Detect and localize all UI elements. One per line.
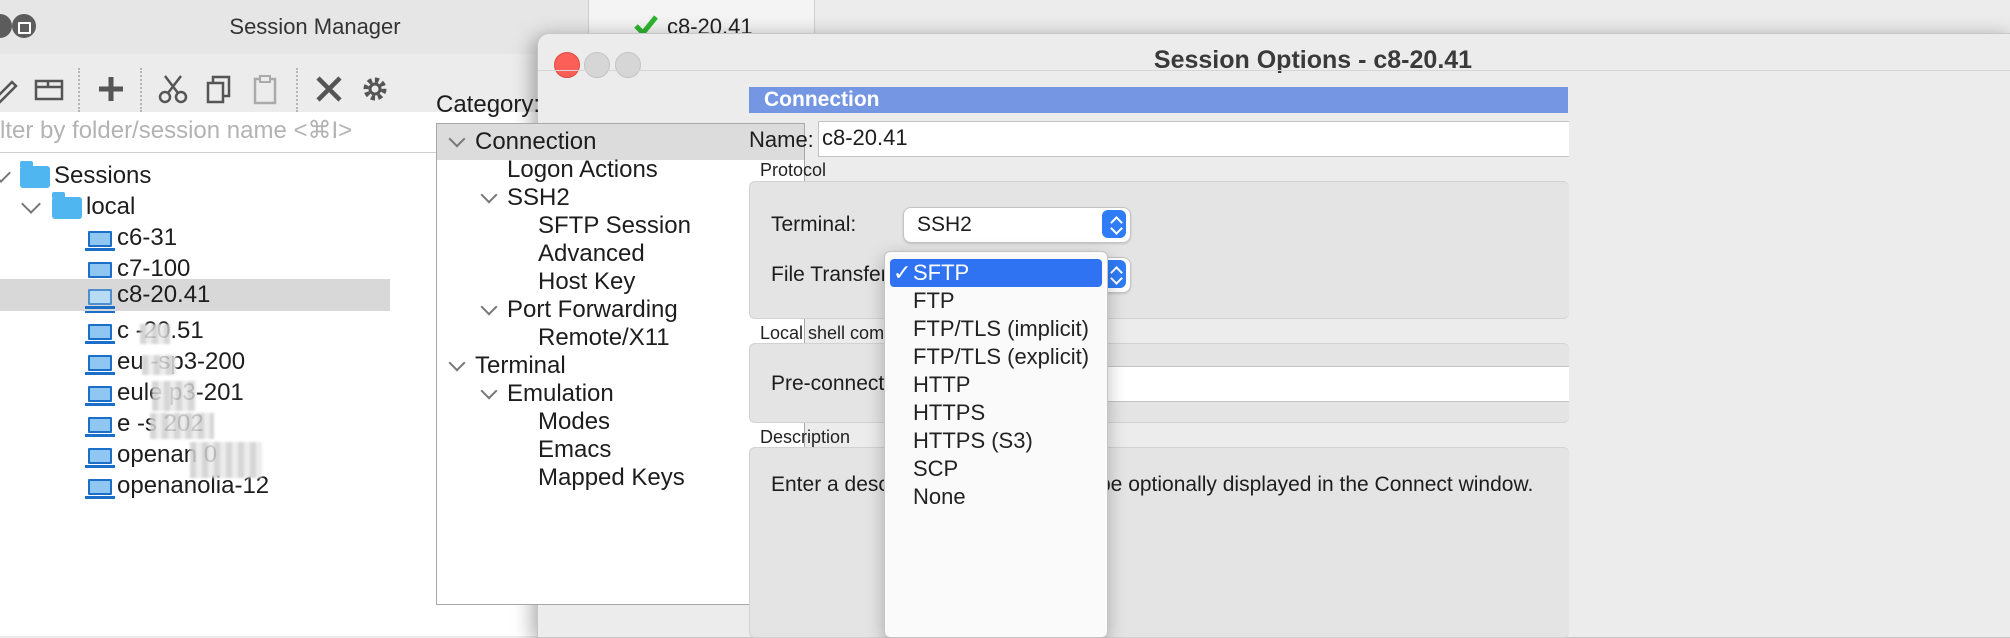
toolbar-separator — [140, 68, 142, 112]
tree-item-label: c6-31 — [117, 224, 178, 251]
menu-option-https[interactable]: HTTPS — [890, 399, 1102, 427]
menu-option-ftp[interactable]: FTP — [890, 287, 1102, 315]
chevron-down-icon[interactable] — [0, 163, 11, 183]
chevron-down-icon[interactable] — [480, 382, 498, 400]
add-session-icon[interactable] — [84, 62, 138, 116]
menu-option-label: HTTPS — [913, 400, 986, 425]
session-monitor-icon — [85, 324, 115, 344]
menu-option-none[interactable]: None — [890, 483, 1102, 511]
description-text-right: be optionally displayed in the Connect w… — [1099, 473, 1534, 496]
session-monitor-icon — [85, 417, 115, 437]
pre-connect-label: Pre-connect — [771, 372, 885, 395]
local-shell-group-label: Local shell com — [760, 323, 885, 343]
pre-connect-command-field[interactable] — [1090, 366, 1569, 402]
category-label-text: Mapped Keys — [538, 464, 685, 491]
session-monitor-icon — [85, 231, 115, 251]
chevron-down-icon[interactable] — [480, 186, 498, 204]
properties-icon[interactable] — [22, 62, 76, 116]
chevron-down-icon[interactable] — [21, 194, 41, 214]
menu-option-ftp-tls-explicit[interactable]: FTP/TLS (explicit) — [890, 343, 1102, 371]
section-header-title: Connection — [764, 88, 880, 111]
session-monitor-icon — [85, 386, 115, 406]
session-monitor-icon — [85, 448, 115, 468]
name-input[interactable] — [819, 122, 1555, 154]
tree-item-label: eu -sp3-200 — [117, 348, 246, 375]
section-header: Connection — [749, 87, 1568, 113]
tree-item-label: c8-20.41 — [117, 281, 211, 308]
session-monitor-icon — [85, 355, 115, 375]
redaction-mosaic — [150, 413, 214, 439]
menu-option-label: FTP/TLS (implicit) — [913, 316, 1089, 341]
menu-option-scp[interactable]: SCP — [890, 455, 1102, 483]
protocol-group — [749, 181, 1569, 319]
menu-option-https-s3[interactable]: HTTPS (S3) — [890, 427, 1102, 455]
terminal-protocol-select[interactable]: SSH2 — [903, 207, 1131, 243]
description-text-left: Enter a desc — [771, 473, 889, 496]
menu-option-label: FTP/TLS (explicit) — [913, 344, 1090, 369]
tree-item-label: local — [86, 193, 136, 220]
dialog-titlebar: Session Options - c8-20.41 — [538, 34, 2010, 89]
menu-option-http[interactable]: HTTP — [890, 371, 1102, 399]
toolbar-separator — [78, 68, 80, 112]
paste-icon[interactable] — [238, 62, 292, 116]
session-monitor-icon — [85, 479, 115, 499]
chevron-down-icon[interactable] — [448, 354, 466, 372]
menu-option-label: FTP — [913, 288, 955, 313]
redaction-mosaic — [142, 355, 176, 375]
terminal-label: Terminal: — [771, 213, 857, 236]
session-manager-title: Session Manager — [229, 14, 401, 39]
chevron-down-icon[interactable] — [480, 298, 498, 316]
session-manager-titlebar: Session Manager — [0, 0, 590, 55]
name-field[interactable] — [818, 121, 1569, 157]
file-transfer-label: File Transfer — [771, 263, 888, 286]
folder-icon — [52, 192, 82, 219]
settings-gear-icon[interactable] — [348, 62, 402, 116]
select-stepper-icon — [1102, 210, 1126, 238]
redaction-mosaic — [190, 442, 262, 478]
name-label: Name: — [749, 127, 814, 152]
session-monitor-icon — [85, 289, 115, 309]
menu-option-label: None — [913, 484, 966, 509]
description-group-label: Description — [760, 427, 851, 447]
folder-icon — [20, 161, 50, 188]
category-label: Category: — [436, 91, 541, 118]
tree-item-label: Sessions — [54, 162, 152, 189]
file-transfer-dropdown-menu: ✓ SFTP FTP FTP/TLS (implicit) FTP/TLS (e… — [884, 251, 1108, 638]
redaction-mosaic — [140, 324, 170, 344]
menu-option-label: HTTPS (S3) — [913, 428, 1033, 453]
menu-option-label: SCP — [913, 456, 959, 481]
redaction-mosaic — [152, 381, 196, 411]
checkmark-icon: ✓ — [893, 260, 912, 285]
chevron-down-icon[interactable] — [448, 130, 466, 148]
titlebar-divider — [538, 70, 2010, 71]
toolbar-separator — [296, 68, 298, 112]
protocol-group-label: Protocol — [760, 160, 827, 180]
menu-option-label: SFTP — [913, 260, 970, 285]
menu-option-ftp-tls-implicit[interactable]: FTP/TLS (implicit) — [890, 315, 1102, 343]
menu-option-label: HTTP — [913, 372, 971, 397]
terminal-protocol-value: SSH2 — [917, 213, 972, 236]
menu-option-sftp[interactable]: ✓ SFTP — [890, 259, 1102, 287]
